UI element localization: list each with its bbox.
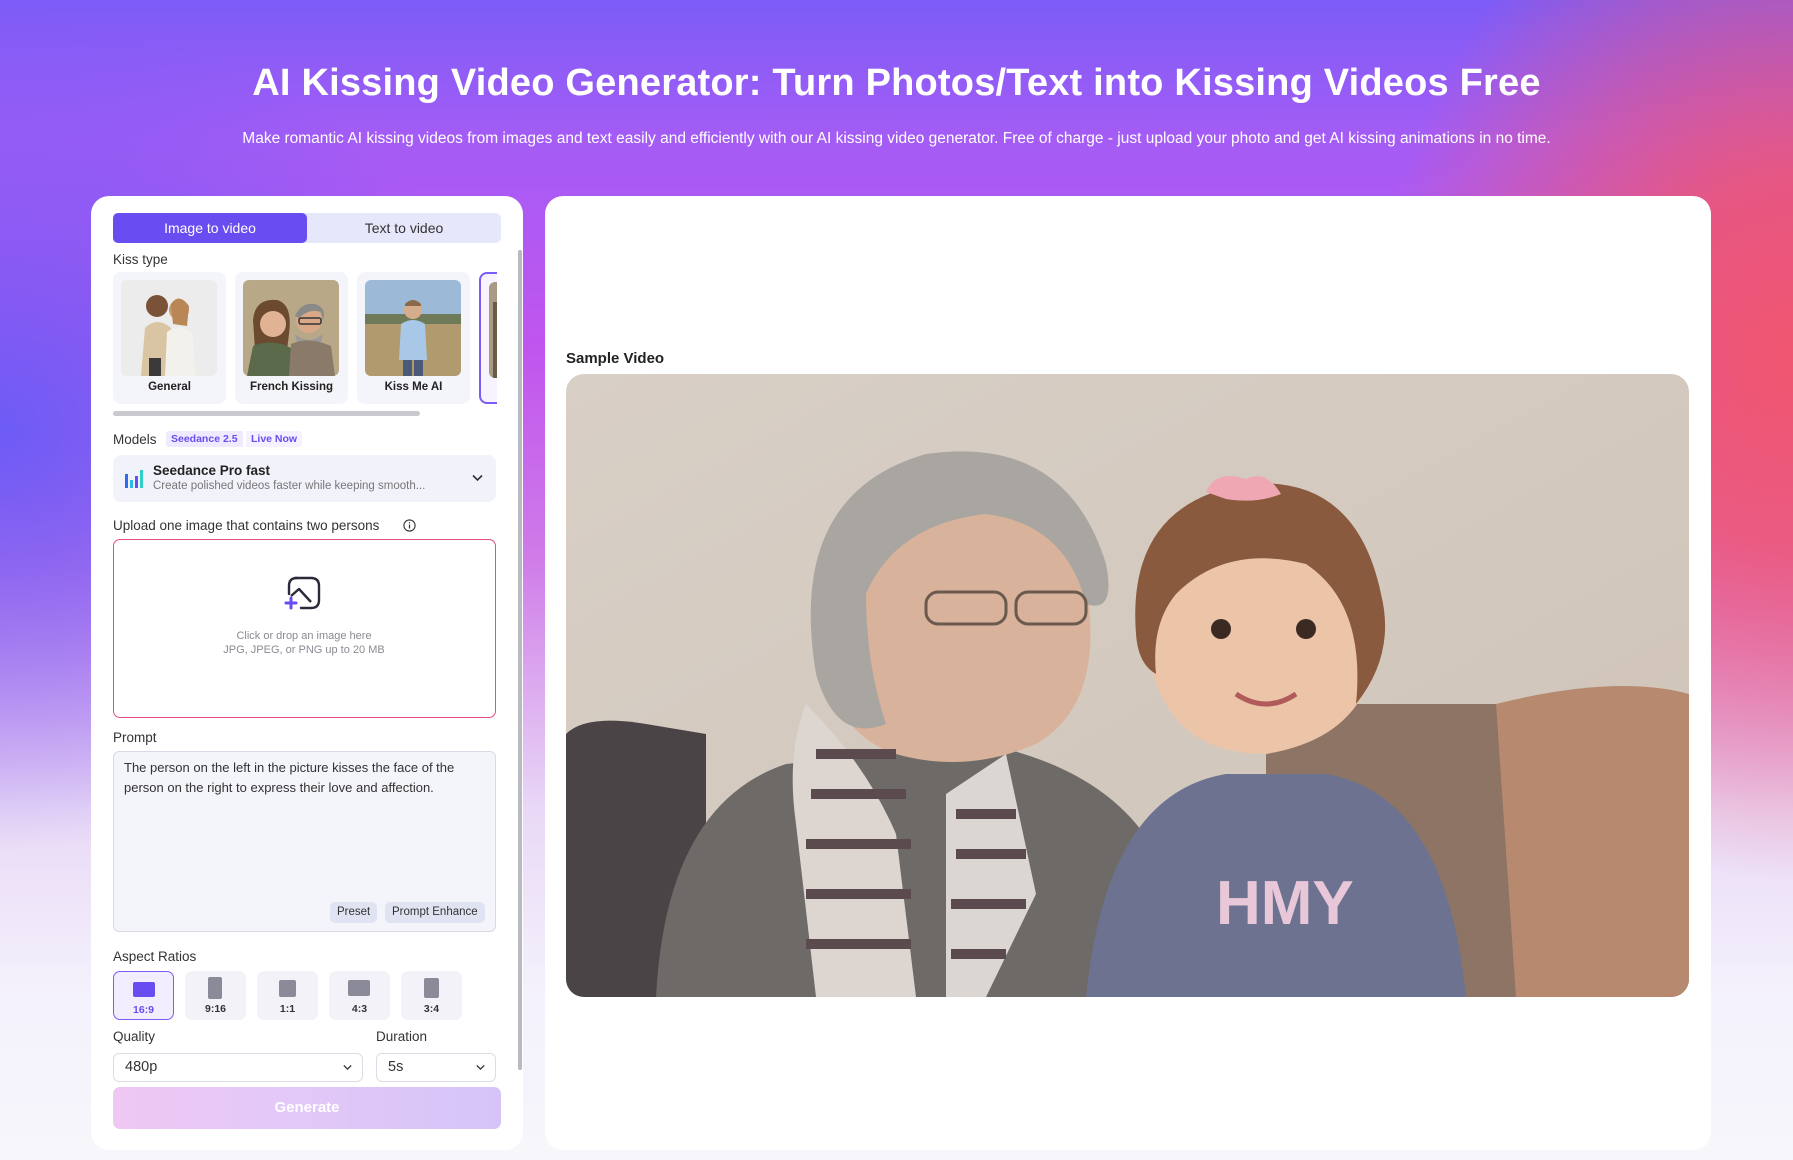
upload-formats: JPG, JPEG, or PNG up to 20 MB [223,644,385,656]
ratio-1-1[interactable]: 1:1 [257,971,318,1020]
sample-video[interactable]: HMY [566,374,1689,997]
hero-title: AI Kissing Video Generator: Turn Photos/… [252,62,1541,104]
general-thumbnail [121,280,217,376]
next-card-thumbnail [489,282,497,378]
quality-select[interactable]: 480p [113,1053,363,1082]
chevron-down-icon [472,474,483,482]
info-icon[interactable] [403,519,416,532]
kiss-type-kiss-me-ai[interactable]: Kiss Me AI [357,272,470,404]
generate-button[interactable]: Generate [113,1087,501,1129]
svg-text:HMY: HMY [1216,869,1354,938]
kiss-type-list[interactable]: General French Kissing Kiss Me AI [113,272,497,404]
kiss-type-french-kissing[interactable]: French Kissing [235,272,348,404]
tab-text-to-video[interactable]: Text to video [307,213,501,243]
prompt-textarea[interactable]: The person on the left in the picture ki… [113,751,496,932]
tab-image-to-video[interactable]: Image to video [113,213,307,243]
model-name: Seedance Pro fast [153,463,271,478]
ratio-3-4[interactable]: 3:4 [401,971,462,1020]
duration-value: 5s [388,1059,404,1075]
model-description: Create polished videos faster while keep… [153,480,426,492]
ratio-label: 3:4 [423,1003,440,1015]
chevron-down-icon [476,1064,485,1071]
kiss-type-next-card[interactable] [479,272,497,404]
aspect-ratios-label: Aspect Ratios [113,949,197,964]
kiss-type-scrollbar[interactable] [113,411,420,416]
duration-label: Duration [376,1029,428,1044]
kiss-type-label: Kiss type [113,252,168,267]
prompt-text[interactable]: The person on the left in the picture ki… [124,758,489,798]
landscape-ratio-icon [348,980,370,996]
portrait-ratio-icon [208,977,222,999]
kiss-type-name: French Kissing [249,381,334,393]
quality-label: Quality [113,1029,156,1044]
ratio-4-3[interactable]: 4:3 [329,971,390,1020]
models-label: Models [113,432,157,447]
prompt-label: Prompt [113,730,157,745]
panel-scrollbar[interactable] [518,250,522,1070]
ratio-label: 9:16 [204,1003,226,1015]
square-ratio-icon [279,980,296,997]
panel-scrollbar-thumb[interactable] [518,250,522,1070]
kiss-type-name: Kiss Me AI [384,381,443,393]
model-select[interactable]: Seedance Pro fast Create polished videos… [113,455,496,502]
kiss-type-name: General [148,381,191,393]
sample-video-label: Sample Video [566,350,665,367]
chevron-down-icon [343,1064,352,1071]
model-bars-icon [125,470,143,488]
kiss-me-ai-thumbnail [365,280,461,376]
portrait-ratio-icon [424,978,439,998]
upload-hint: Click or drop an image here [236,630,372,642]
model-version-badge: Seedance 2.5 [166,431,243,447]
preset-button[interactable]: Preset [330,902,378,923]
french-kissing-thumbnail [243,280,339,376]
ratio-label: 16:9 [132,1004,154,1016]
image-add-icon [284,576,321,610]
prompt-enhance-button[interactable]: Prompt Enhance [385,902,485,923]
duration-select[interactable]: 5s [376,1053,496,1082]
image-upload-dropzone[interactable]: Click or drop an image here JPG, JPEG, o… [113,539,496,718]
landscape-ratio-icon [133,982,155,997]
hero-subtitle: Make romantic AI kissing videos from ima… [242,130,1551,147]
ratio-16-9[interactable]: 16:9 [113,971,174,1020]
ratio-9-16[interactable]: 9:16 [185,971,246,1020]
quality-value: 480p [125,1059,158,1075]
mode-tabs: Image to video Text to video [113,213,501,243]
ratio-label: 1:1 [279,1003,296,1015]
kiss-type-general[interactable]: General [113,272,226,404]
ratio-label: 4:3 [351,1003,368,1015]
upload-label: Upload one image that contains two perso… [113,518,380,533]
model-live-badge: Live Now [246,431,303,447]
